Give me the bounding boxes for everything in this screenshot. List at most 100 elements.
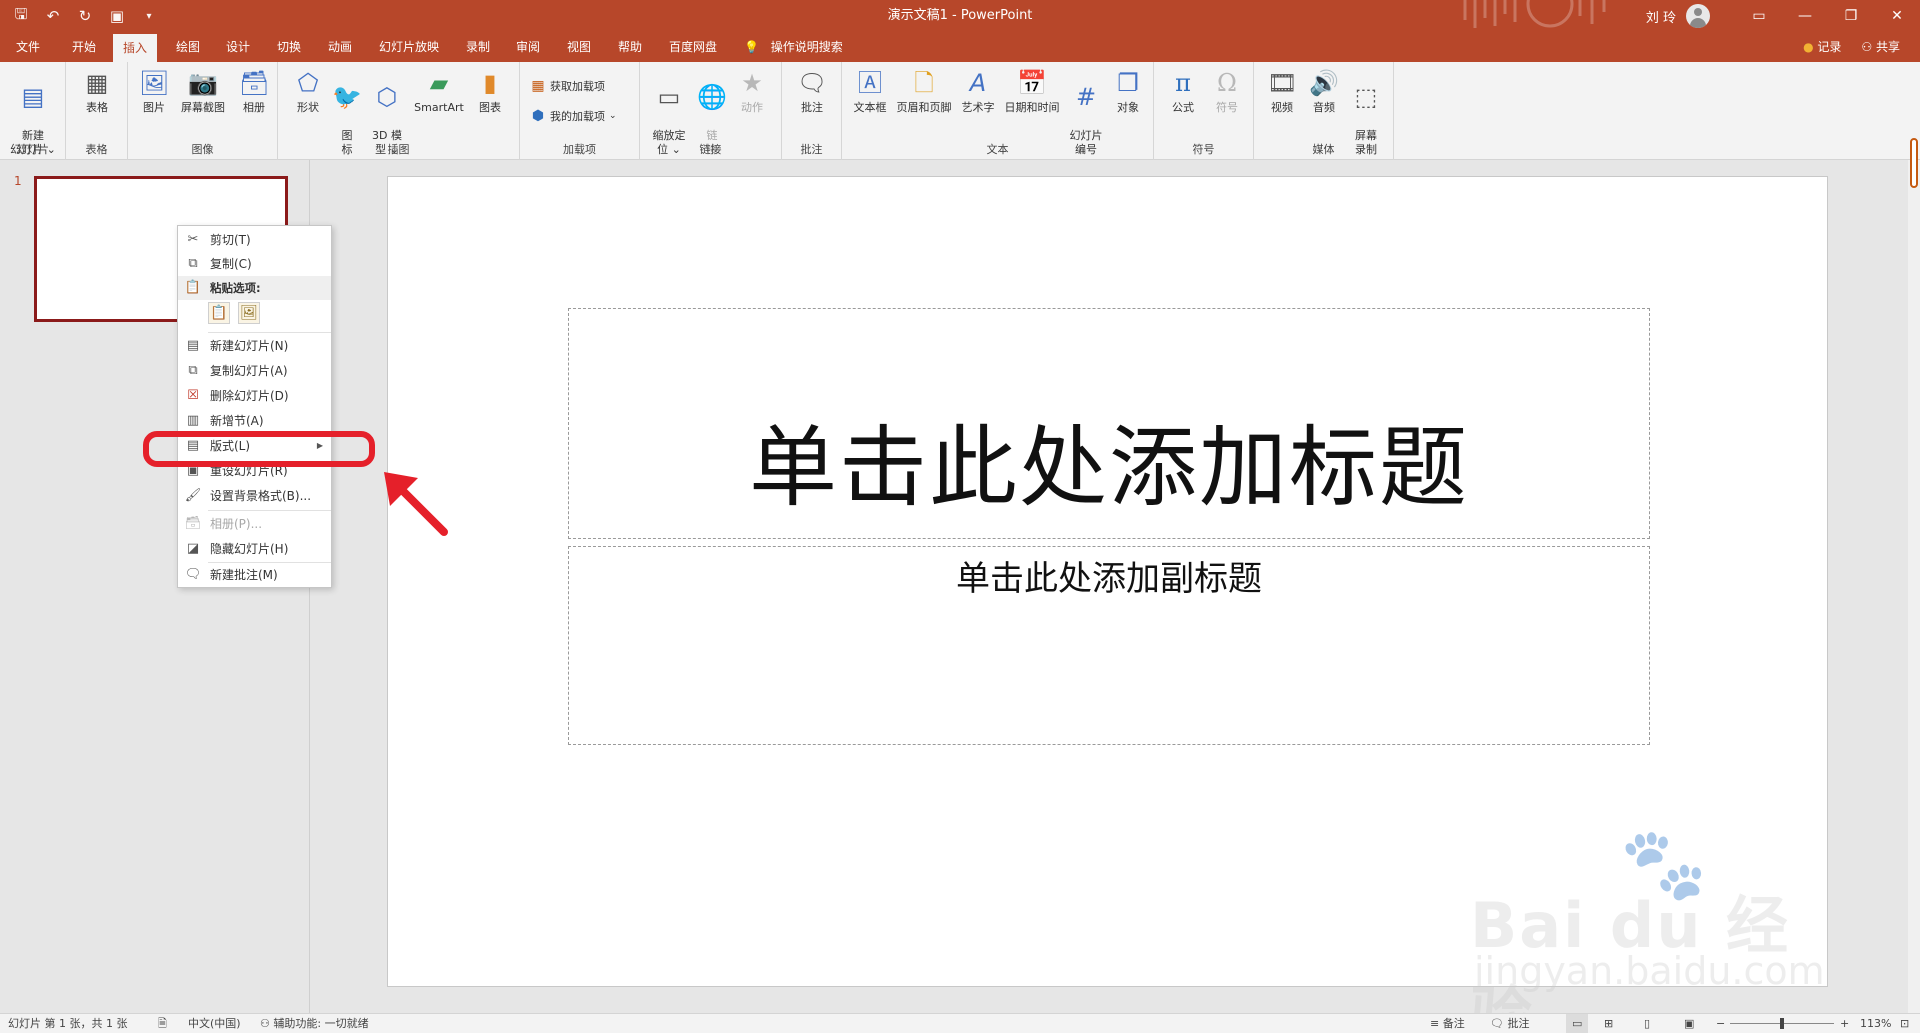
- avatar[interactable]: [1686, 4, 1710, 28]
- smartart-icon: ▰: [429, 69, 449, 97]
- fit-to-window-icon[interactable]: ⊡: [1900, 1014, 1909, 1033]
- tab-home[interactable]: 开始: [62, 32, 106, 62]
- paste-picture-icon[interactable]: 🖼: [238, 302, 260, 324]
- notes-icon: ≡: [1430, 1017, 1440, 1030]
- get-addins-button[interactable]: ▦ 获取加载项: [530, 78, 605, 94]
- action-button[interactable]: ★ 动作: [732, 68, 772, 115]
- group-illustrations: ⬠ 形状 🐦 图 标 ⬡ 3D 模 型 ⌄ ▰ SmartArt ▮ 图表 插图: [278, 62, 520, 160]
- pane-grip-handle[interactable]: [1910, 138, 1918, 188]
- tab-help[interactable]: 帮助: [608, 32, 652, 62]
- tab-baidu-netdisk[interactable]: 百度网盘: [659, 32, 727, 62]
- pictures-button[interactable]: 🖼 图片: [134, 68, 174, 115]
- header-footer-icon: 🗋: [914, 69, 934, 97]
- accessibility-status[interactable]: ⚇ 辅助功能: 一切就绪: [260, 1014, 369, 1033]
- group-slides: ▤ 新建 幻灯片 ⌄ 幻灯片: [0, 62, 66, 160]
- equation-button[interactable]: π 公式: [1162, 68, 1204, 115]
- header-footer-button[interactable]: 🗋 页眉和页脚: [892, 68, 956, 115]
- tab-review[interactable]: 审阅: [506, 32, 550, 62]
- shapes-icon: ⬠: [297, 69, 319, 97]
- ribbon-tab-bar: 文件 开始 插入 绘图 设计 切换 动画 幻灯片放映 录制 审阅 视图 帮助 百…: [0, 32, 1920, 62]
- person-icon: ⚇: [1861, 40, 1873, 54]
- subtitle-placeholder[interactable]: 单击此处添加副标题: [568, 546, 1650, 745]
- screenshot-button[interactable]: 📷 屏幕截图: [174, 68, 232, 115]
- menu-item-cut[interactable]: ✂ 剪切(T): [178, 228, 331, 252]
- menu-item-add-section[interactable]: ▥ 新增节(A): [178, 409, 331, 433]
- tab-transitions[interactable]: 切换: [267, 32, 311, 62]
- language-status[interactable]: 中文(中国): [188, 1014, 241, 1033]
- chart-button[interactable]: ▮ 图表: [470, 68, 510, 115]
- menu-item-new-slide[interactable]: ▤ 新建幻灯片(N): [178, 334, 331, 358]
- smartart-button[interactable]: ▰ SmartArt: [410, 68, 468, 115]
- table-button[interactable]: ▦ 表格: [72, 68, 122, 115]
- my-addins-button[interactable]: ⬢ 我的加载项 ⌄: [530, 108, 617, 124]
- tab-bar-right: ● 记录 ⚇ 共享: [1803, 32, 1900, 62]
- paste-keep-formatting-icon[interactable]: 📋: [208, 302, 230, 324]
- user-name[interactable]: 刘 玲: [1646, 7, 1676, 26]
- tab-slideshow[interactable]: 幻灯片放映: [369, 32, 449, 62]
- tab-animations[interactable]: 动画: [318, 32, 362, 62]
- format-background-icon: 🖌: [184, 488, 202, 503]
- tab-insert[interactable]: 插入: [113, 34, 158, 62]
- tab-view[interactable]: 视图: [557, 32, 601, 62]
- ribbon-display-icon[interactable]: ▭: [1736, 0, 1782, 32]
- comments-button[interactable]: 🗨 批注: [1490, 1014, 1529, 1033]
- menu-item-duplicate-slide[interactable]: ⧉ 复制幻灯片(A): [178, 359, 331, 383]
- audio-button[interactable]: 🔊 音频: [1304, 68, 1344, 115]
- comment-button[interactable]: 🗨 批注: [790, 68, 834, 115]
- vertical-scrollbar[interactable]: [1908, 160, 1920, 1013]
- symbol-button[interactable]: Ω 符号: [1206, 68, 1248, 115]
- zoom-out-icon[interactable]: −: [1716, 1014, 1725, 1033]
- tab-design[interactable]: 设计: [216, 32, 260, 62]
- menu-separator: [208, 510, 331, 511]
- picture-icon: 🖼: [139, 69, 170, 97]
- menu-item-new-comment[interactable]: 🗨 新建批注(M): [178, 563, 331, 587]
- minimize-icon[interactable]: —: [1782, 0, 1828, 32]
- menu-item-hide-slide[interactable]: ◪ 隐藏幻灯片(H): [178, 537, 331, 561]
- zoom-slider-handle[interactable]: [1780, 1018, 1784, 1029]
- datetime-button[interactable]: 📅 日期和时间: [1000, 68, 1064, 115]
- camera-icon: 📷: [188, 69, 218, 97]
- group-images: 🖼 图片 📷 屏幕截图 🗃 相册 图像: [128, 62, 278, 160]
- watermark-url: jingyan.baidu.com: [1474, 949, 1825, 993]
- spell-check-icon[interactable]: 🗎: [158, 1014, 167, 1033]
- group-text: 🄰 文本框 🗋 页眉和页脚 A 艺术字 📅 日期和时间 # 幻灯片 编号 ❐ 对…: [842, 62, 1154, 160]
- tab-file[interactable]: 文件: [6, 32, 50, 62]
- menu-item-format-background[interactable]: 🖌 设置背景格式(B)...: [178, 484, 331, 508]
- lightbulb-icon: 💡: [744, 40, 759, 54]
- record-button[interactable]: ● 记录: [1803, 32, 1841, 62]
- reading-view-icon[interactable]: ▯: [1644, 1014, 1650, 1033]
- cut-icon: ✂: [187, 232, 199, 247]
- video-button[interactable]: 🎞 视频: [1262, 68, 1302, 115]
- globe-link-icon: 🌐: [697, 83, 727, 111]
- slide-number-label: 1: [14, 174, 22, 188]
- zoom-in-icon[interactable]: +: [1840, 1014, 1849, 1033]
- restore-icon[interactable]: ❐: [1828, 0, 1874, 32]
- title-placeholder[interactable]: 单击此处添加标题: [568, 308, 1650, 539]
- menu-item-photo-album[interactable]: 🗃 相册(P)...: [178, 512, 331, 536]
- group-tables: ▦ 表格 表格: [66, 62, 128, 160]
- close-icon[interactable]: ✕: [1874, 0, 1920, 32]
- title-bar-right: 刘 玲 ▭ — ❐ ✕: [1646, 0, 1920, 32]
- tell-me-search[interactable]: 💡 操作说明搜索: [744, 32, 843, 62]
- accessibility-icon: ⚇: [260, 1017, 270, 1030]
- slideshow-view-icon[interactable]: ▣: [1684, 1014, 1694, 1033]
- tab-record[interactable]: 录制: [456, 32, 500, 62]
- video-icon: 🎞: [1267, 69, 1298, 97]
- add-section-icon: ▥: [186, 413, 200, 428]
- album-button[interactable]: 🗃 相册: [234, 68, 274, 115]
- wordart-button[interactable]: A 艺术字: [956, 68, 1000, 115]
- tab-draw[interactable]: 绘图: [166, 32, 210, 62]
- zoom-level[interactable]: 113%: [1860, 1014, 1891, 1033]
- textbox-button[interactable]: 🄰 文本框: [850, 68, 890, 115]
- slide-count-status[interactable]: 幻灯片 第 1 张，共 1 张: [8, 1014, 127, 1033]
- zoom-icon: ▭: [657, 83, 681, 111]
- normal-view-icon[interactable]: ▭: [1566, 1014, 1589, 1033]
- record-dot-icon: ●: [1803, 40, 1814, 54]
- menu-item-copy[interactable]: ⧉ 复制(C): [178, 252, 331, 276]
- slide-sorter-icon[interactable]: ⊞: [1604, 1014, 1613, 1033]
- menu-item-delete-slide[interactable]: ☒ 删除幻灯片(D): [178, 384, 331, 408]
- share-button[interactable]: ⚇ 共享: [1861, 32, 1900, 62]
- notes-button[interactable]: ≡ 备注: [1430, 1014, 1465, 1033]
- object-button[interactable]: ❐ 对象: [1108, 68, 1148, 115]
- shapes-button[interactable]: ⬠ 形状: [288, 68, 328, 115]
